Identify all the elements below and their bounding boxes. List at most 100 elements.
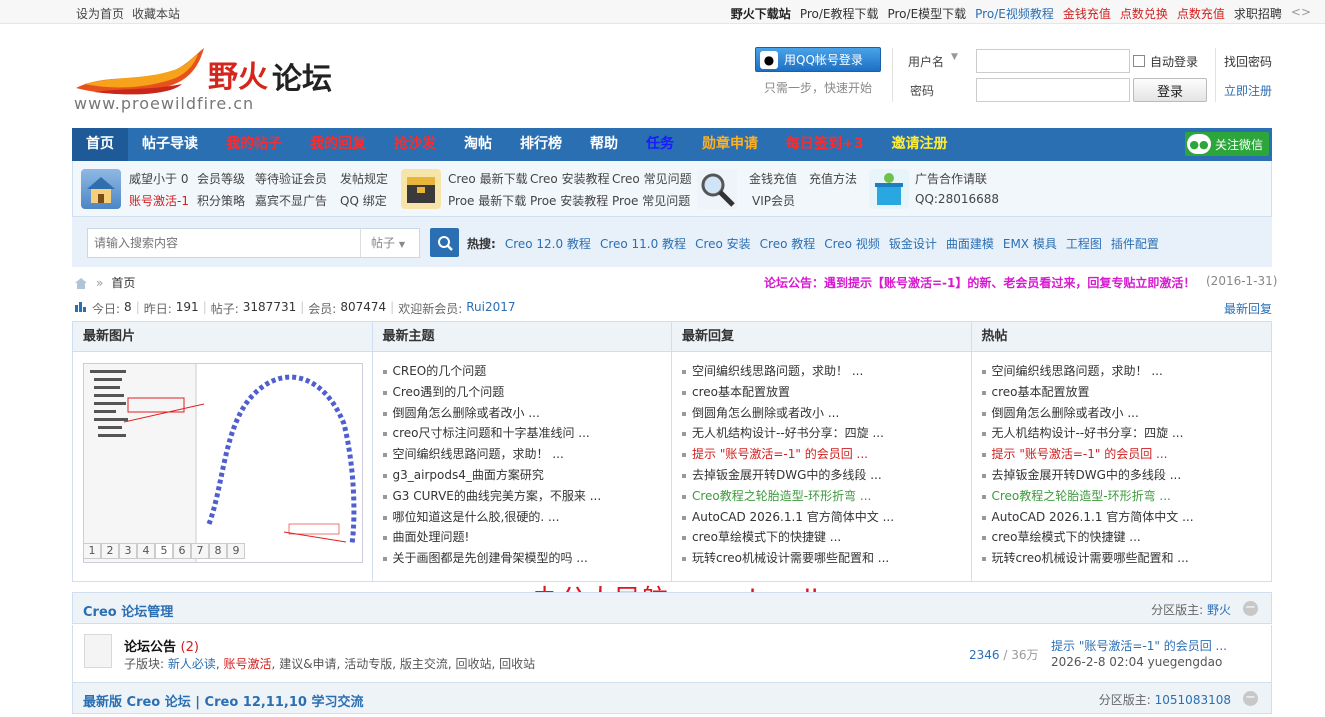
subnav-link[interactable]: 发帖规定 [340,170,388,187]
category-title[interactable]: 最新版 Creo 论坛 | Creo 12,11,10 学习交流 [83,691,363,710]
category-title[interactable]: Creo 论坛管理 [83,601,173,620]
subnav-link[interactable]: Proe 最新下载 [448,192,526,209]
subforum-link[interactable]: 账号激活 [224,657,272,671]
hot-search-link[interactable]: Creo 教程 [760,235,816,252]
moderator-link[interactable]: 1051083108 [1155,693,1231,707]
subforum-link[interactable]: 新人必读 [168,657,216,671]
subnav-link[interactable]: 积分策略 [197,192,245,209]
list-item[interactable]: 倒圆角怎么删除或者改小 ... [682,403,971,424]
forum-last-post-title[interactable]: 提示 "账号激活=-1" 的会员回 ... [1051,637,1227,654]
top-link[interactable]: 收藏本站 [132,5,180,22]
forum-notice[interactable]: 论坛公告：遇到提示【账号激活=-1】的新、老会员看过来，回复专贴立即激活！ [764,274,1195,291]
top-nav-link[interactable]: 金钱充值 [1063,5,1111,22]
nav-item[interactable]: 邀请注册 [877,128,961,161]
top-nav-link[interactable]: Pro/E教程下载 [800,5,879,22]
latest-reply-link[interactable]: 最新回复 [1224,300,1272,317]
subforum-link[interactable]: 建议&申请 [279,657,336,671]
list-item[interactable]: creo草绘模式下的快捷键 ... [682,527,971,548]
subnav-link[interactable]: 嘉宾不显广告 [255,192,327,209]
forgot-password-link[interactable]: 找回密码 [1224,53,1272,70]
subnav-link[interactable]: Proe 安装教程 [530,192,608,209]
subnav-link[interactable]: 等待验证会员 [255,170,327,187]
top-nav-link[interactable]: Pro/E模型下载 [887,5,966,22]
list-item[interactable]: 倒圆角怎么删除或者改小 ... [981,403,1272,424]
list-item[interactable]: AutoCAD 2026.1.1 官方简体中文 ... [682,507,971,528]
list-item[interactable]: 无人机结构设计--好书分享：四旋 ... [682,423,971,444]
list-item[interactable]: 倒圆角怎么删除或者改小 ... [382,403,672,424]
subnav-link[interactable]: 账号激活-1 [129,192,189,209]
subnav-link[interactable]: 会员等级 [197,170,245,187]
top-nav-link[interactable]: 点数充值 [1177,5,1225,22]
list-item[interactable]: creo尺寸标注问题和十字基准线问 ... [382,423,672,444]
moderator-link[interactable]: 野火 [1207,603,1231,617]
list-item[interactable]: CREO的几个问题 [382,361,672,382]
hot-search-link[interactable]: 插件配置 [1111,235,1159,252]
subnav-link[interactable]: QQ 绑定 [340,192,387,209]
nav-item[interactable]: 我的帖子 [212,128,296,161]
list-item[interactable]: 曲面处理问题! [382,527,672,548]
expand-toggle-icon[interactable]: <> [1291,5,1311,22]
page-number[interactable]: 1 [83,543,101,559]
page-number[interactable]: 5 [155,543,173,559]
subnav-link[interactable]: Creo 最新下载 [448,170,528,187]
subnav-link[interactable]: 广告合作请联 [915,170,987,187]
top-nav-link[interactable]: 点数兑换 [1120,5,1168,22]
hot-search-link[interactable]: 工程图 [1066,235,1102,252]
nav-item[interactable]: 淘帖 [450,128,506,161]
hot-search-link[interactable]: 曲面建模 [946,235,994,252]
list-item[interactable]: 哪位知道这是什么胶,很硬的. ... [382,507,672,528]
page-number[interactable]: 7 [191,543,209,559]
list-item[interactable]: 无人机结构设计--好书分享：四旋 ... [981,423,1272,444]
latest-pic-image[interactable] [83,363,363,563]
home-icon[interactable] [74,277,88,289]
register-link[interactable]: 立即注册 [1224,82,1272,99]
subnav-link[interactable]: Creo 安装教程 [530,170,610,187]
nav-item[interactable]: 我的回复 [296,128,380,161]
hot-search-link[interactable]: 钣金设计 [889,235,937,252]
hot-search-link[interactable]: Creo 11.0 教程 [600,235,686,252]
login-button[interactable]: 登录 [1133,78,1207,102]
top-nav-link[interactable]: 野火下载站 [731,5,791,22]
list-item[interactable]: Creo教程之轮胎造型-环形折弯 ... [682,486,971,507]
username-input[interactable] [976,49,1130,73]
hot-search-link[interactable]: Creo 安装 [695,235,751,252]
list-item[interactable]: AutoCAD 2026.1.1 官方简体中文 ... [981,507,1272,528]
wechat-follow-button[interactable]: ●● 关注微信 [1184,132,1269,156]
list-item[interactable]: creo基本配置放置 [682,382,971,403]
list-item[interactable]: 空间编织线思路问题，求助！ ... [382,444,672,465]
subnav-link[interactable]: Creo 常见问题 [612,170,692,187]
search-input[interactable] [88,229,360,257]
subnav-link[interactable]: VIP会员 [752,192,795,209]
subnav-link[interactable]: 充值方法 [809,170,857,187]
list-item[interactable]: g3_airpods4_曲面方案研究 [382,465,672,486]
newest-member-link[interactable]: Rui2017 [466,300,515,317]
qq-login-button[interactable]: ● 用QQ帐号登录 [755,47,881,72]
top-nav-link[interactable]: Pro/E视频教程 [975,5,1054,22]
subforum-link[interactable]: 回收站 [456,657,492,671]
nav-item[interactable]: 排行榜 [506,128,576,161]
subforum-link[interactable]: 版主交流 [400,657,448,671]
chevron-down-icon[interactable]: ▼ [951,52,958,62]
nav-item[interactable]: 抢沙发 [380,128,450,161]
top-nav-link[interactable]: 求职招聘 [1234,5,1282,22]
page-number[interactable]: 6 [173,543,191,559]
page-number[interactable]: 9 [227,543,245,559]
list-item[interactable]: 提示 "账号激活=-1" 的会员回 ... [981,444,1272,465]
page-number[interactable]: 4 [137,543,155,559]
list-item[interactable]: 去掉钣金展开转DWG中的多线段 ... [682,465,971,486]
list-item[interactable]: 提示 "账号激活=-1" 的会员回 ... [682,444,971,465]
list-item[interactable]: 空间编织线思路问题，求助！ ... [682,361,971,382]
page-number[interactable]: 2 [101,543,119,559]
search-type-select[interactable]: 帖子 ▼ [360,229,420,257]
nav-item[interactable]: 每日签到+3 [772,128,877,161]
list-item[interactable]: 玩转creo机械设计需要哪些配置和 ... [682,548,971,569]
hot-search-link[interactable]: Creo 12.0 教程 [505,235,591,252]
nav-item[interactable]: 帮助 [576,128,632,161]
list-item[interactable]: 玩转creo机械设计需要哪些配置和 ... [981,548,1272,569]
page-number[interactable]: 8 [209,543,227,559]
list-item[interactable]: Creo教程之轮胎造型-环形折弯 ... [981,486,1272,507]
list-item[interactable]: Creo遇到的几个问题 [382,382,672,403]
list-item[interactable]: 空间编织线思路问题，求助！ ... [981,361,1272,382]
password-input[interactable] [976,78,1130,102]
hot-search-link[interactable]: Creo 视频 [824,235,880,252]
